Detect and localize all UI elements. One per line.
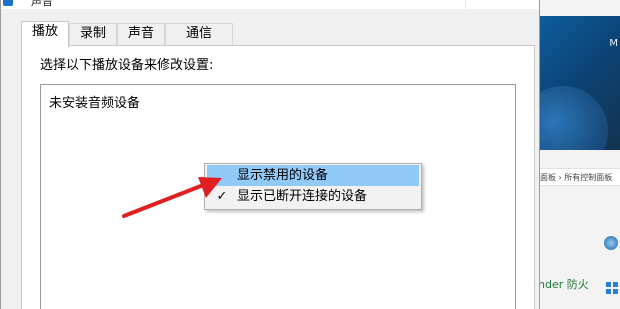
menu-item-show-disabled[interactable]: 显示禁用的设备 [207,165,419,186]
menu-item-label: 显示禁用的设备 [237,168,329,183]
instruction-label: 选择以下播放设备来修改设置: [40,58,214,73]
tab-recording[interactable]: 录制 [69,23,117,45]
close-button[interactable] [465,0,531,9]
network-icon [604,236,618,250]
tab-sounds[interactable]: 声音 [117,23,165,45]
background-window: M 面板 › 所有控制面板 nder 防火 [538,0,620,309]
menu-item-label: 显示已断开连接的设备 [237,189,368,204]
arrow-shaft [122,182,208,218]
windows-flag-icon [606,282,618,294]
wallpaper-label: M [609,38,618,49]
tab-playback[interactable]: 播放 [21,21,69,47]
annotation-arrow-icon [122,177,222,218]
desktop-wallpaper: M [538,16,620,150]
wallpaper-shape [538,86,608,150]
title-bar: 声音 [1,0,539,9]
sound-dialog: 声音 播放 录制 声音 通信 选择以下播放设备来修改设置: 未安装音频设备 [0,0,540,309]
device-list-context-menu: 显示禁用的设备 ✓ 显示已断开连接的设备 [204,163,422,210]
control-panel-address-bar[interactable]: 面板 › 所有控制面板 [538,168,620,186]
window-title: 声音 [31,0,53,8]
speaker-icon [3,0,13,6]
defender-firewall-link[interactable]: nder 防火 [538,276,589,292]
tab-communications[interactable]: 通信 [165,23,233,45]
menu-item-show-disconnected[interactable]: ✓ 显示已断开连接的设备 [207,186,419,207]
no-devices-message: 未安装音频设备 [49,96,141,111]
